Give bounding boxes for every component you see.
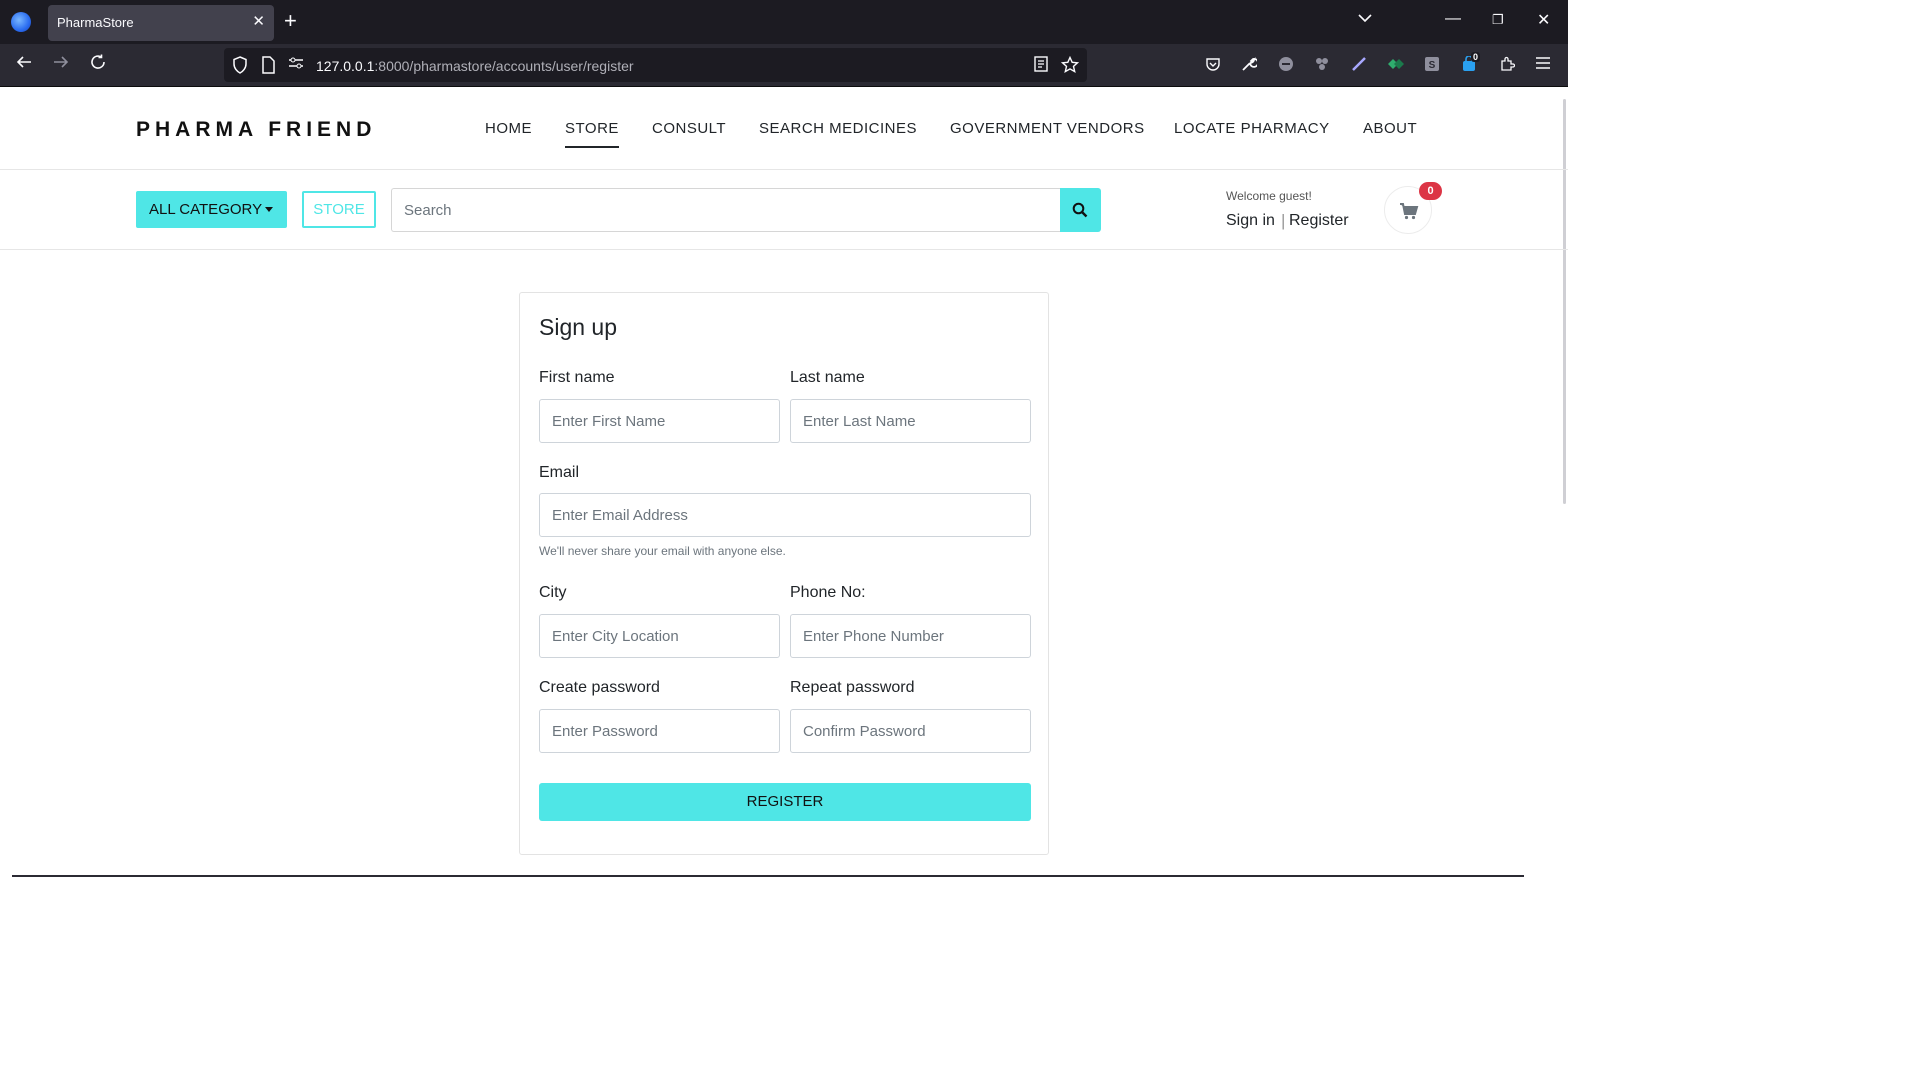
back-icon[interactable] <box>15 53 33 77</box>
nav-government-vendors[interactable]: GOVERNMENT VENDORS <box>950 120 1145 137</box>
all-category-label: ALL CATEGORY <box>149 201 263 218</box>
email-help-text: We'll never share your email with anyone… <box>539 544 786 558</box>
extension-icon[interactable] <box>1387 56 1405 74</box>
extensions-puzzle-icon[interactable] <box>1498 56 1516 74</box>
register-button[interactable]: REGISTER <box>539 783 1031 821</box>
nav-about[interactable]: ABOUT <box>1363 120 1417 137</box>
web-page: PHARMA FRIEND HOME STORE CONSULT SEARCH … <box>0 87 1568 882</box>
welcome-text: Welcome guest! <box>1226 189 1312 203</box>
pocket-icon[interactable] <box>1204 56 1222 74</box>
restore-icon[interactable]: ❐ <box>1492 12 1504 28</box>
last-name-label: Last name <box>790 369 865 386</box>
wrench-icon[interactable] <box>1240 56 1259 74</box>
header-divider <box>0 169 1568 170</box>
cart-icon <box>1400 203 1419 220</box>
tab-title: PharmaStore <box>57 15 134 30</box>
sign-in-link[interactable]: Sign in <box>1226 212 1275 230</box>
search-input[interactable] <box>391 188 1061 232</box>
signup-card: Sign up First name Last name Email We'll… <box>519 292 1049 855</box>
last-name-field[interactable] <box>790 399 1031 443</box>
nav-locate-pharmacy[interactable]: LOCATE PHARMACY <box>1174 120 1330 137</box>
store-button[interactable]: STORE <box>302 191 376 228</box>
nav-home[interactable]: HOME <box>485 120 532 137</box>
extension-icon[interactable] <box>1350 56 1368 74</box>
reload-icon[interactable] <box>89 53 107 77</box>
signup-title: Sign up <box>539 314 618 340</box>
browser-tab[interactable]: PharmaStore ✕ <box>48 5 274 41</box>
repeat-password-field[interactable] <box>790 709 1031 753</box>
repeat-password-label: Repeat password <box>790 679 915 696</box>
footer-divider <box>12 875 1524 877</box>
extension-icon[interactable]: S <box>1423 56 1441 74</box>
register-link[interactable]: Register <box>1289 212 1349 230</box>
page-icon[interactable] <box>261 56 275 77</box>
password-label: Create password <box>539 679 660 696</box>
browser-nav-bar: 127.0.0.1:8000/pharmastore/accounts/user… <box>0 44 1568 87</box>
svg-text:S: S <box>1429 60 1436 71</box>
city-field[interactable] <box>539 614 780 658</box>
link-separator: | <box>1281 211 1286 230</box>
search-button[interactable] <box>1060 188 1101 232</box>
reader-icon[interactable] <box>1034 56 1048 75</box>
first-name-label: First name <box>539 369 615 386</box>
chevron-down-icon[interactable] <box>1358 10 1372 26</box>
star-icon[interactable] <box>1060 55 1080 77</box>
forward-icon[interactable] <box>52 53 70 77</box>
plus-icon[interactable]: + <box>284 9 297 33</box>
extension-icon[interactable] <box>1313 56 1331 74</box>
extension-icon[interactable] <box>1277 56 1295 74</box>
city-label: City <box>539 584 567 601</box>
cart-count-badge: 0 <box>1419 182 1442 200</box>
close-icon[interactable]: ✕ <box>252 13 265 31</box>
all-category-dropdown[interactable]: ALL CATEGORY <box>136 191 287 228</box>
search-icon <box>1072 202 1088 218</box>
phone-field[interactable] <box>790 614 1031 658</box>
extension-badge: 0 <box>1471 52 1481 62</box>
browser-tab-bar: PharmaStore ✕ + — ❐ ✕ <box>0 0 1568 44</box>
first-name-field[interactable] <box>539 399 780 443</box>
window-close-icon[interactable]: ✕ <box>1537 10 1550 30</box>
url-bar[interactable]: 127.0.0.1:8000/pharmastore/accounts/user… <box>224 48 1087 82</box>
email-field[interactable] <box>539 493 1031 537</box>
nav-search-medicines[interactable]: SEARCH MEDICINES <box>759 120 917 137</box>
page-scrollbar[interactable] <box>1563 99 1566 504</box>
phone-label: Phone No: <box>790 584 866 601</box>
shield-icon[interactable] <box>232 56 248 77</box>
permissions-icon[interactable] <box>288 56 304 73</box>
password-field[interactable] <box>539 709 780 753</box>
caret-down-icon <box>265 207 273 212</box>
nav-consult[interactable]: CONSULT <box>652 120 726 137</box>
email-label: Email <box>539 464 580 481</box>
url-text: 127.0.0.1:8000/pharmastore/accounts/user… <box>316 58 634 74</box>
toolbar-divider <box>0 249 1568 250</box>
site-logo[interactable]: PHARMA FRIEND <box>136 118 376 142</box>
menu-icon[interactable] <box>1534 56 1552 74</box>
firefox-icon <box>11 12 31 32</box>
nav-store[interactable]: STORE <box>565 120 619 148</box>
minimize-icon[interactable]: — <box>1445 10 1461 28</box>
